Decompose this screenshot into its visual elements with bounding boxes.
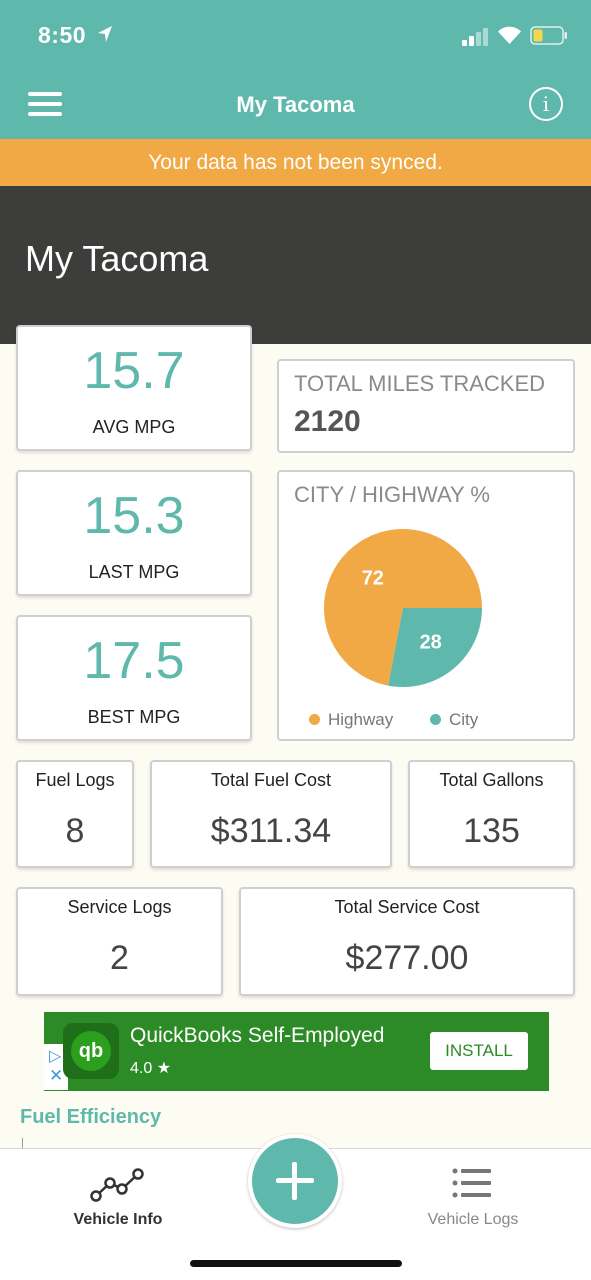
qb-logo-text: qb [71,1031,111,1071]
best-mpg-card: 17.5 BEST MPG [16,615,252,741]
legend-city-label: City [448,710,479,729]
list-icon [452,1168,491,1198]
avg-mpg-card: 15.7 AVG MPG [16,325,252,451]
legend-highway-label: Highway [328,710,394,729]
pie-label-city: 28 [420,631,442,653]
total-gallons-value: 135 [463,812,520,850]
best-mpg-label: BEST MPG [87,707,181,727]
info-icon[interactable]: i [529,87,563,121]
total-gallons-card: Total Gallons 135 [408,760,575,868]
ad-banner[interactable]: ▷ ✕ qb QuickBooks Self-Employed 4.0 ★ IN… [44,1012,549,1091]
city-highway-card: CITY / HIGHWAY % 72 28 Highway City [277,470,575,741]
pie-label-highway: 72 [362,568,384,590]
total-miles-value: 2120 [294,405,361,438]
last-mpg-label: LAST MPG [88,562,180,582]
legend-city-dot [429,714,441,726]
tab-vehicle-logs[interactable]: Vehicle Logs [398,1149,548,1249]
fuel-logs-value: 8 [65,812,85,850]
add-log-button[interactable] [248,1134,342,1228]
total-fuel-cost-card: Total Fuel Cost $311.34 [150,760,392,868]
fuel-logs-card[interactable]: Fuel Logs 8 [16,760,134,868]
legend-city: City [429,710,479,730]
total-service-cost-label: Total Service Cost [334,897,480,917]
status-bar: 8:50 [0,0,591,70]
last-mpg-card: 15.3 LAST MPG [16,470,252,596]
fuel-efficiency-title: Fuel Efficiency [20,1106,162,1128]
plus-icon [252,1138,338,1224]
service-logs-card[interactable]: Service Logs 2 [16,887,223,996]
wifi-icon [498,26,521,44]
ad-close-icon[interactable]: ✕ [49,1066,63,1086]
status-time: 8:50 [38,22,87,48]
total-fuel-cost-value: $311.34 [210,812,332,850]
total-service-cost-card: Total Service Cost $277.00 [239,887,575,996]
total-fuel-cost-label: Total Fuel Cost [210,770,332,790]
ad-install-button[interactable]: INSTALL [430,1032,528,1070]
nav-title: My Tacoma [236,92,355,117]
ad-choices-icon[interactable]: ▷ [49,1046,61,1066]
tab-vehicle-info-label: Vehicle Info [73,1211,163,1228]
avg-mpg-label: AVG MPG [92,417,176,437]
vehicle-header: My Tacoma [0,186,591,344]
city-highway-label: CITY / HIGHWAY % [294,482,490,507]
total-miles-label: TOTAL MILES TRACKED [294,371,546,396]
total-service-cost-value: $277.00 [345,939,469,977]
nav-bar: My Tacoma i [0,70,591,139]
service-logs-label: Service Logs [67,897,172,917]
best-mpg-value: 17.5 [83,632,185,690]
location-arrow-icon [98,26,112,42]
home-indicator [190,1260,402,1267]
legend-highway: Highway [309,710,393,730]
fuel-logs-label: Fuel Logs [35,770,115,790]
pie-legend: Highway City [309,710,510,730]
ad-rating: 4.0 ★ [130,1060,172,1077]
avg-mpg-value: 15.7 [83,342,185,400]
battery-icon [530,26,567,45]
line-chart-icon [90,1168,144,1202]
qb-logo-icon: qb [63,1023,119,1079]
tab-vehicle-info[interactable]: Vehicle Info [43,1149,193,1249]
vehicle-title: My Tacoma [25,238,209,279]
signal-icon [462,28,488,46]
tab-vehicle-logs-label: Vehicle Logs [427,1211,519,1228]
legend-highway-dot [309,714,320,726]
last-mpg-value: 15.3 [83,487,185,545]
sync-banner[interactable]: Your data has not been synced. [0,139,591,186]
total-miles-card: TOTAL MILES TRACKED 2120 [277,359,575,453]
ad-title: QuickBooks Self-Employed [130,1024,385,1047]
total-gallons-label: Total Gallons [439,770,544,790]
city-highway-pie-chart: 72 28 [324,529,482,687]
service-logs-value: 2 [110,939,129,977]
